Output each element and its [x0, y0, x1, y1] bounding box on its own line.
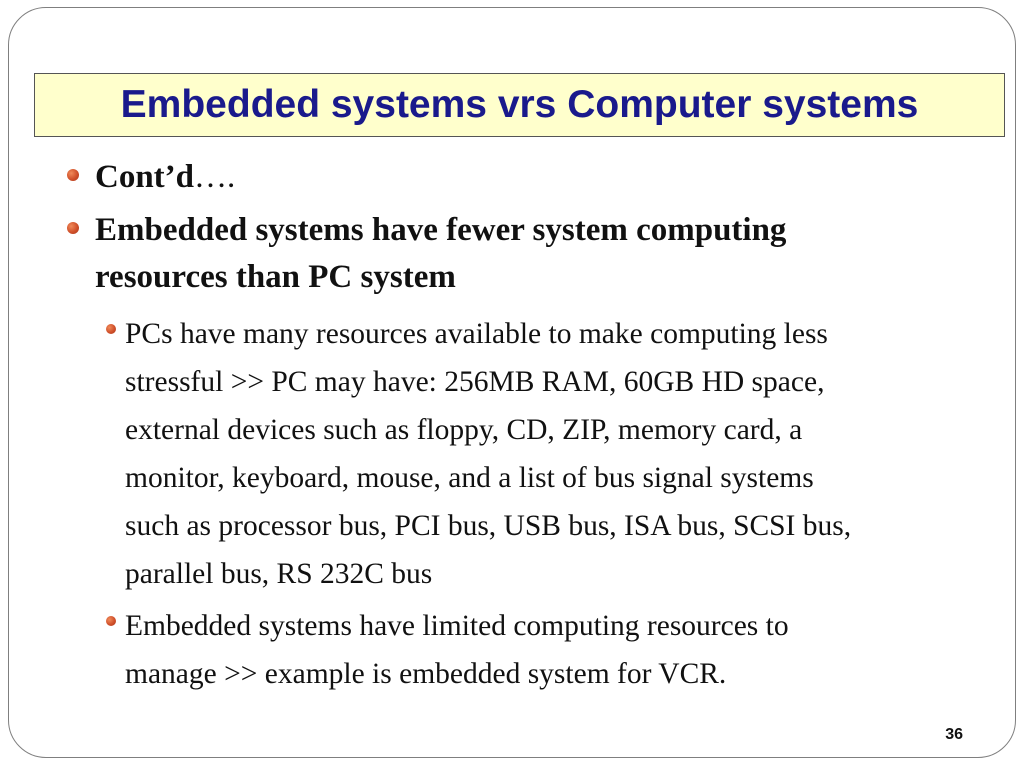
sub-bullet-pc-resources-line1: PCs have many resources available to mak… — [125, 318, 828, 350]
bullet-icon — [67, 169, 79, 181]
sub-bullet-pc-resources-line6: parallel bus, RS 232C bus — [125, 558, 433, 590]
bullet-fewer-resources-line2: resources than PC system — [95, 259, 456, 295]
slide-number: 36 — [945, 726, 963, 743]
bullet-contd: Cont’d…. — [95, 154, 235, 201]
bullet-icon — [67, 222, 79, 234]
sub-bullet-icon — [106, 616, 116, 626]
sub-bullet-icon — [106, 324, 116, 334]
sub-bullet-pc-resources-line4: monitor, keyboard, mouse, and a list of … — [125, 462, 814, 494]
bullet-contd-bold: Cont’d — [95, 159, 195, 195]
bullet-contd-dots: …. — [194, 159, 236, 195]
bullet-fewer-resources-line1: Embedded systems have fewer system compu… — [95, 212, 787, 248]
slide-content: Cont’d…. Embedded systems have fewer sys… — [0, 0, 1024, 768]
sub-bullet-pc-resources-line2: stressful >> PC may have: 256MB RAM, 60G… — [125, 366, 825, 398]
sub-bullet-pc-resources-line3: external devices such as floppy, CD, ZIP… — [125, 414, 803, 446]
sub-bullet-limited-resources-line1: Embedded systems have limited computing … — [125, 610, 789, 642]
sub-bullet-pc-resources-line5: such as processor bus, PCI bus, USB bus,… — [125, 510, 852, 542]
sub-bullet-limited-resources-line2: manage >> example is embedded system for… — [125, 658, 727, 690]
